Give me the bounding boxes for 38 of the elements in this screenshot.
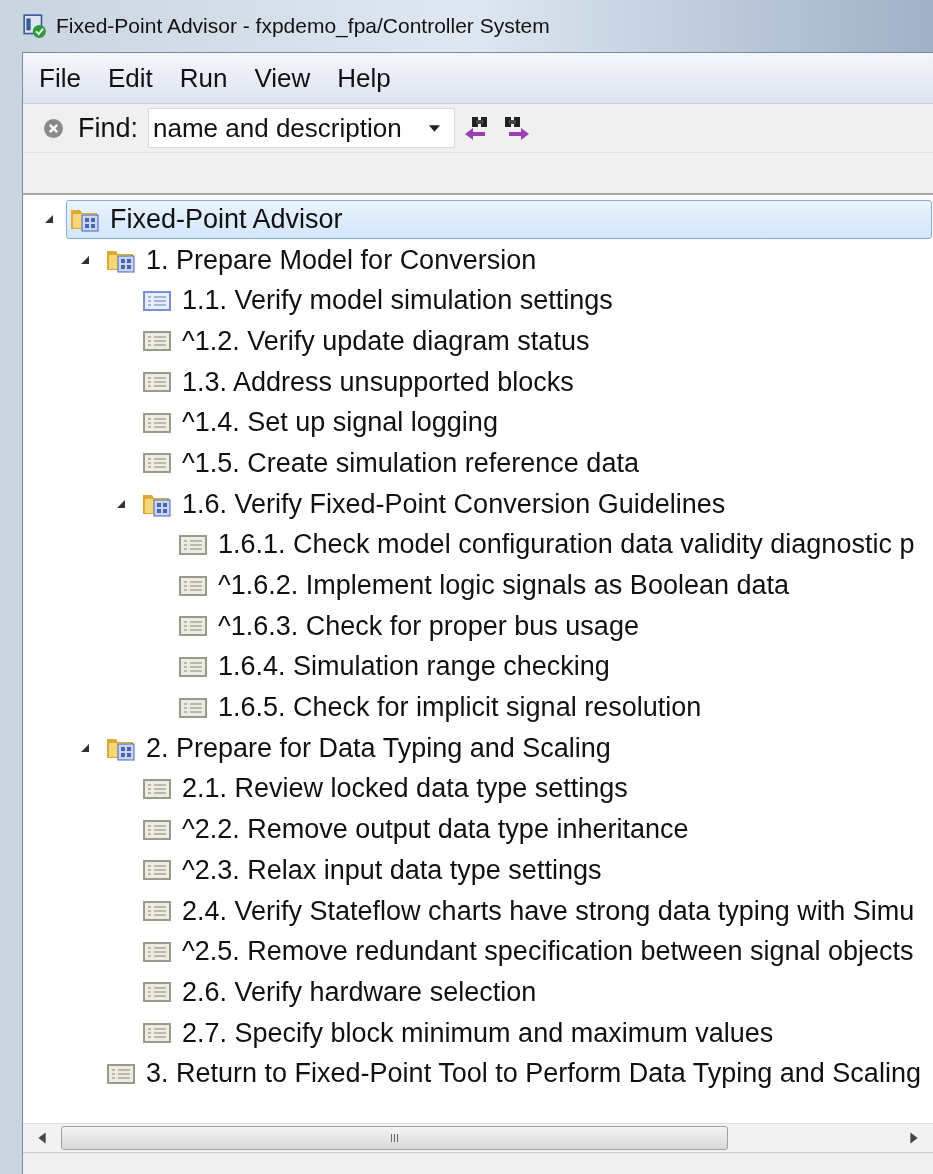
tree-item[interactable]: ^2.3. Relax input data type settings (138, 851, 932, 890)
tree-item[interactable]: ^1.5. Create simulation reference data (138, 444, 932, 483)
expanded-arrow-icon[interactable] (44, 214, 54, 225)
tree-item[interactable]: 1.3. Address unsupported blocks (138, 362, 932, 402)
tree-item[interactable]: 1.6.4. Simulation range checking (174, 647, 932, 687)
tree-item[interactable]: ^1.4. Set up signal logging (138, 403, 932, 443)
tree-item[interactable]: 2. Prepare for Data Typing and Scaling (102, 728, 932, 768)
find-label: Find: (78, 112, 139, 144)
tree-item[interactable]: ^1.6.2. Implement logic signals as Boolean data (174, 566, 932, 605)
expanded-arrow-icon[interactable] (80, 743, 90, 754)
tree-item[interactable]: 1.6.1. Check model configuration data validity diagnostic p (174, 525, 932, 565)
tree-item[interactable]: ^1.6.3. Check for proper bus usage (174, 606, 932, 646)
expanded-arrow-icon[interactable] (116, 499, 126, 510)
caret-icon[interactable] (429, 124, 441, 132)
tree-item[interactable]: 3. Return to Fixed-Point Tool to Perform Data Typing and Scaling (102, 1054, 932, 1094)
expanded-arrow-icon[interactable] (80, 255, 90, 266)
find-field[interactable]: name and description (148, 108, 456, 148)
menu-item[interactable]: Edit (107, 62, 153, 94)
menu-item[interactable]: Help (337, 62, 391, 94)
menu-item[interactable]: File (39, 62, 81, 94)
app-icon (22, 13, 48, 39)
menu-item[interactable]: Run (179, 62, 228, 94)
clear-icon[interactable] (43, 117, 64, 139)
tree-item[interactable]: 1.6.5. Check for implicit signal resolution (174, 688, 932, 727)
tree-item[interactable]: ^2.2. Remove output data type inheritance (138, 810, 932, 849)
tree-item[interactable]: 2.1. Review locked data type settings (138, 769, 932, 809)
tree-item[interactable]: 1.1. Verify model simulation settings (138, 281, 932, 321)
window-title: Fixed-Point Advisor - fxpdemo_fpa/Controller System (56, 14, 550, 38)
tree-item[interactable]: Fixed-Point Advisor (66, 200, 932, 239)
tree-item[interactable]: 2.4. Verify Stateflow charts have strong data typing with Simu (138, 891, 932, 931)
tree-item[interactable]: ^2.5. Remove redundant specification between signal objects (138, 932, 932, 972)
horizontal-scrollbar[interactable] (23, 1123, 933, 1152)
tree-item[interactable]: 2.6. Verify hardware selection (138, 973, 932, 1012)
tree-item[interactable]: 1.6. Verify Fixed-Point Conversion Guidelines (138, 484, 932, 524)
tree-item[interactable]: 2.7. Specify block minimum and maximum values (138, 1013, 932, 1053)
tree-item[interactable]: ^1.2. Verify update diagram status (138, 322, 932, 361)
menu-item[interactable]: View (254, 62, 311, 94)
tree-item[interactable]: 1. Prepare Model for Conversion (102, 240, 932, 280)
